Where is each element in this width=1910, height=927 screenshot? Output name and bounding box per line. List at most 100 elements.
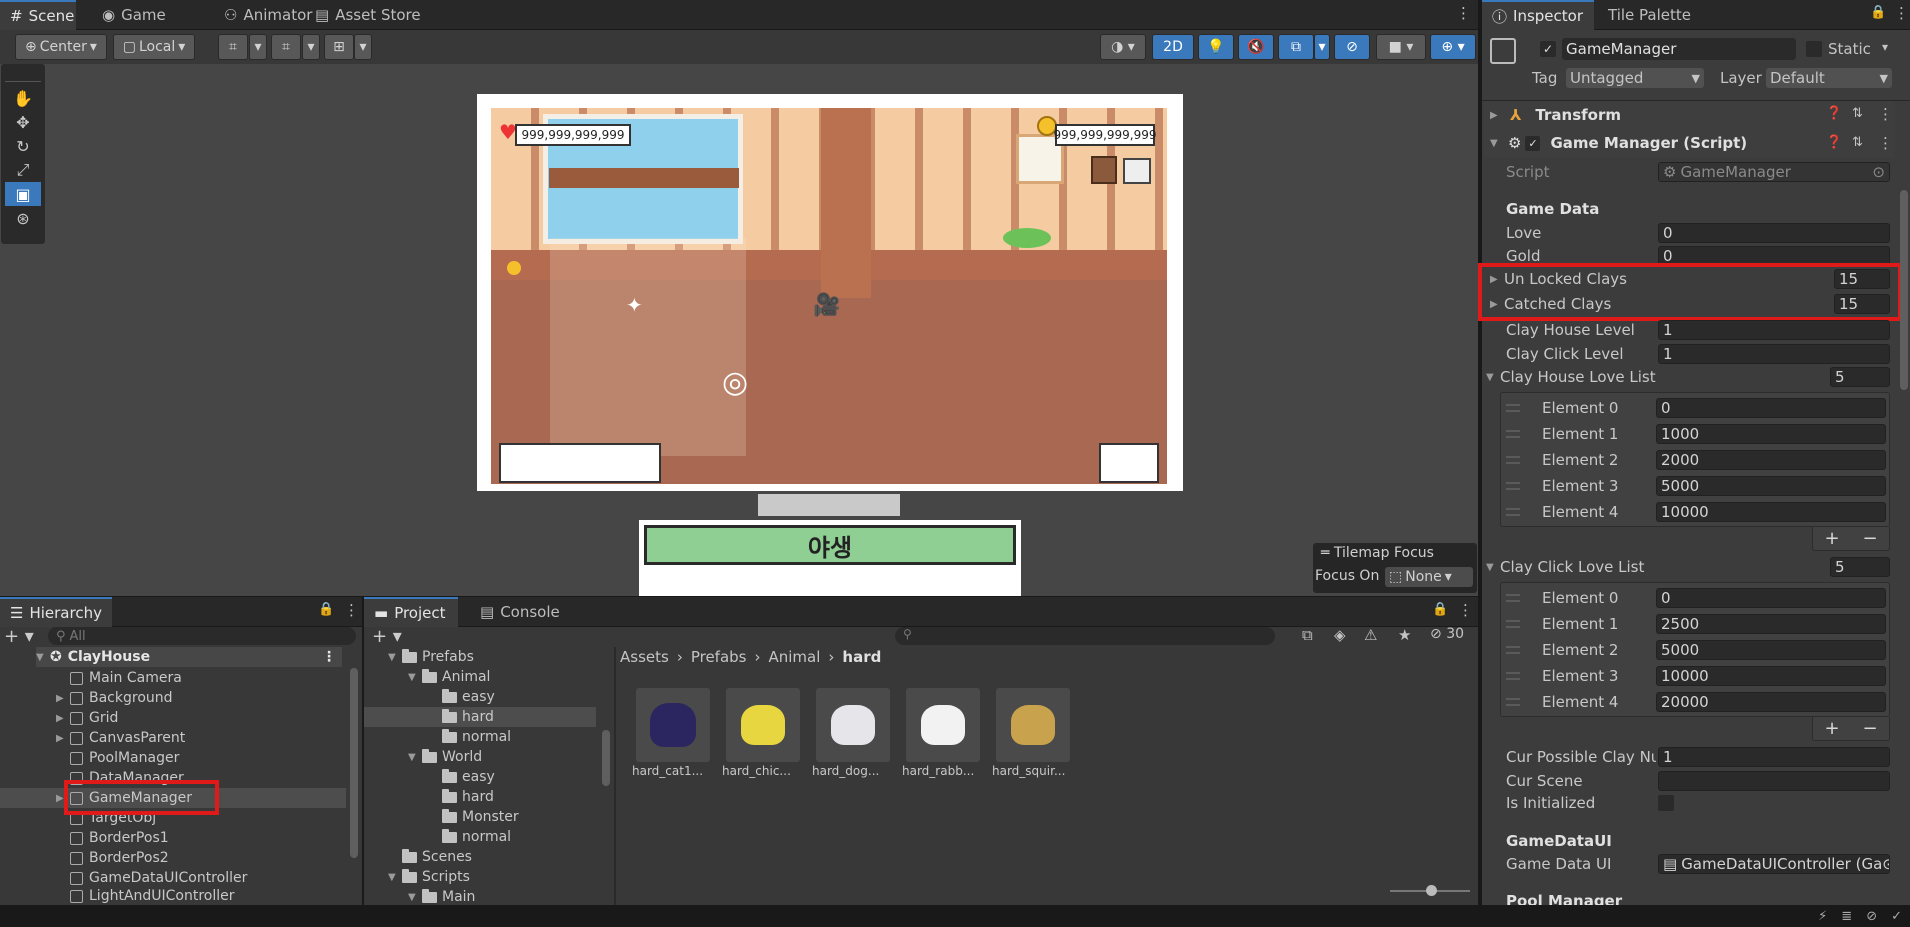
hidden-packages-counter[interactable]: ⊘ 30 <box>1430 626 1464 642</box>
move-tool-icon[interactable]: ✥ <box>5 110 41 134</box>
click-love-size[interactable]: 5 <box>1830 557 1890 577</box>
tab-game[interactable]: ◉ Game <box>92 0 176 30</box>
inspector-scrollbar[interactable] <box>1900 190 1908 390</box>
preset-icon[interactable]: ⇅ <box>1852 106 1863 121</box>
mode-2d-button[interactable]: 2D <box>1152 34 1194 60</box>
focus-dropdown[interactable]: ⬚ None ▾ <box>1385 567 1473 587</box>
transform-tool-icon[interactable]: ⊛ <box>5 206 41 230</box>
click-love-foldout[interactable]: ▼ Clay Click Love List <box>1486 556 1876 578</box>
tag-dropdown[interactable]: Untagged ▼ <box>1566 68 1704 88</box>
tab-hierarchy[interactable]: ☰ Hierarchy <box>0 597 112 627</box>
breadcrumb-item[interactable]: Prefabs <box>691 648 747 666</box>
hierarchy-root[interactable]: ▼ ✪ ClayHouse ⋮ <box>36 647 342 667</box>
tree-item-selected[interactable]: hard <box>364 707 596 727</box>
hierarchy-item[interactable]: PoolManager <box>56 748 341 768</box>
drag-handle-icon[interactable] <box>1506 430 1520 438</box>
tab-project[interactable]: ▬ Project <box>364 597 458 627</box>
component-menu-icon[interactable]: ⋮ <box>1878 134 1893 152</box>
lock-icon[interactable]: 🔒 <box>1432 602 1448 617</box>
love-input[interactable]: 0 <box>1658 223 1890 243</box>
breadcrumb-item[interactable]: Animal <box>769 648 821 666</box>
inspector-menu-icon[interactable]: ⋮ <box>1894 4 1909 22</box>
rotate-tool-icon[interactable]: ↻ <box>5 134 41 158</box>
help-icon[interactable]: ❓ <box>1826 135 1842 150</box>
object-picker-icon[interactable]: ⊙ <box>1872 163 1885 181</box>
tree-item[interactable]: easy <box>442 687 495 707</box>
hierarchy-item[interactable]: ▶ Background <box>56 688 341 708</box>
camera-button[interactable]: ■ ▾ <box>1376 34 1426 60</box>
root-menu-icon[interactable]: ⋮ <box>322 649 336 665</box>
hierarchy-item[interactable]: GameDataUIController <box>56 868 341 888</box>
house-love-foldout[interactable]: ▼ Clay House Love List <box>1486 366 1876 388</box>
drag-handle-icon[interactable] <box>1506 698 1520 706</box>
check-icon[interactable]: ✓ <box>1891 909 1902 924</box>
list-element-input[interactable]: 0 <box>1656 588 1886 608</box>
cur-possible-input[interactable]: 1 <box>1658 747 1890 767</box>
hierarchy-search-input[interactable]: ⚲ All <box>48 627 356 645</box>
tree-item[interactable]: Monster <box>442 807 519 827</box>
asset-thumbnail[interactable] <box>996 688 1070 762</box>
zoom-slider[interactable] <box>1390 885 1470 896</box>
drag-handle-icon[interactable] <box>1506 456 1520 464</box>
list-element-input[interactable]: 2500 <box>1656 614 1886 634</box>
tree-item[interactable]: ▼ Main <box>408 887 475 905</box>
drag-handle-icon[interactable] <box>1506 508 1520 516</box>
tab-scene[interactable]: # Scene <box>0 0 76 30</box>
tree-item[interactable]: ▼ Animal <box>408 667 490 687</box>
tree-item[interactable]: ▼ Scripts <box>388 867 470 887</box>
lighting-button[interactable]: 💡 <box>1198 34 1234 60</box>
static-checkbox[interactable] <box>1806 41 1822 57</box>
favorite-icon[interactable]: ★ <box>1398 626 1411 644</box>
cur-scene-input[interactable] <box>1658 771 1890 791</box>
cache-icon[interactable]: ≣ <box>1841 909 1852 924</box>
tab-asset-store[interactable]: ▤ Asset Store <box>305 0 431 30</box>
scale-tool-icon[interactable]: ⤢ <box>5 158 41 182</box>
hierarchy-item[interactable]: BorderPos1 <box>56 828 341 848</box>
list-element-input[interactable]: 0 <box>1656 398 1886 418</box>
hierarchy-item[interactable]: LightAndUIController <box>56 888 341 904</box>
asset-thumbnail[interactable] <box>726 688 800 762</box>
project-menu-icon[interactable]: ⋮ <box>1458 601 1473 619</box>
add-element-button[interactable]: + <box>1824 528 1839 549</box>
tree-item[interactable]: Scenes <box>402 847 472 867</box>
effects-dropdown[interactable]: ▾ <box>1314 34 1330 60</box>
scene-menu-icon[interactable]: ⋮ <box>1456 4 1471 22</box>
list-element-input[interactable]: 2000 <box>1656 450 1886 470</box>
tree-item[interactable]: normal <box>442 827 511 847</box>
tree-item[interactable]: easy <box>442 767 495 787</box>
audio-button[interactable]: 🔇 <box>1238 34 1274 60</box>
component-menu-icon[interactable]: ⋮ <box>1878 105 1893 123</box>
asset-thumbnail[interactable] <box>816 688 890 762</box>
list-element-input[interactable]: 10000 <box>1656 666 1886 686</box>
list-element-input[interactable]: 5000 <box>1656 640 1886 660</box>
help-icon[interactable]: ❓ <box>1826 106 1842 121</box>
effects-button[interactable]: ⧉ <box>1278 34 1314 60</box>
drag-handle-icon[interactable] <box>1506 620 1520 628</box>
tree-item[interactable]: ▼ Prefabs <box>388 647 474 667</box>
preset-icon[interactable]: ⇅ <box>1852 135 1863 150</box>
list-element-input[interactable]: 5000 <box>1656 476 1886 496</box>
shading-mode-button[interactable]: ◑ ▾ <box>1100 34 1146 60</box>
initialized-checkbox[interactable] <box>1658 795 1674 811</box>
tab-console[interactable]: ▤ Console <box>470 597 570 627</box>
tree-item[interactable]: ▼ World <box>408 747 482 767</box>
grid-snap-button[interactable]: ⌗ <box>218 34 248 60</box>
remove-element-button[interactable]: − <box>1862 528 1877 549</box>
rect-tool-icon[interactable]: ▣ <box>5 182 41 206</box>
add-element-button[interactable]: + <box>1824 718 1839 739</box>
ruler-dropdown[interactable]: ▾ <box>354 34 372 60</box>
project-search-input[interactable]: ⚲ <box>895 627 1275 645</box>
search-by-label-icon[interactable]: ◈ <box>1334 626 1346 644</box>
gizmos-button[interactable]: ⊕ ▾ <box>1430 34 1476 60</box>
list-element-input[interactable]: 1000 <box>1656 424 1886 444</box>
house-love-size[interactable]: 5 <box>1830 367 1890 387</box>
hierarchy-menu-icon[interactable]: ⋮ <box>344 601 359 619</box>
breadcrumb-item[interactable]: hard <box>842 648 881 666</box>
hierarchy-add-button[interactable]: + ▾ <box>4 626 34 647</box>
tab-inspector[interactable]: ⓘ Inspector <box>1482 0 1594 30</box>
list-element-input[interactable]: 10000 <box>1656 502 1886 522</box>
search-by-type-icon[interactable]: ⧉ <box>1302 626 1313 644</box>
tab-tile-palette[interactable]: Tile Palette <box>1598 0 1701 30</box>
hierarchy-item[interactable]: BorderPos2 <box>56 848 341 868</box>
list-element-input[interactable]: 20000 <box>1656 692 1886 712</box>
